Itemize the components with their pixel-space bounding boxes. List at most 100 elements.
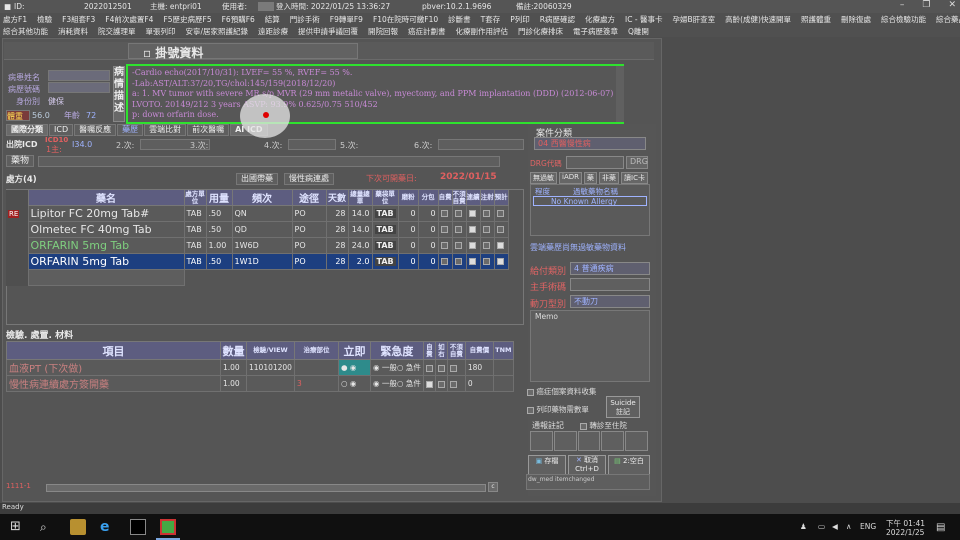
drug-name[interactable]: Olmetec FC 40mg Tab <box>27 221 185 238</box>
tab-no-allergy[interactable]: 無過敏 <box>530 172 557 184</box>
drug-grind[interactable]: 0 <box>397 237 419 254</box>
tab-intl-class[interactable]: 國際分類 <box>6 124 48 136</box>
browser-icon[interactable]: e <box>100 519 116 535</box>
menu2-item[interactable]: 癌症計劃書 <box>408 26 446 37</box>
menu1-item[interactable]: 檢驗 <box>37 14 52 25</box>
tab-previous-order[interactable]: 前次醫囑 <box>187 124 230 136</box>
menu2-item[interactable]: 化療副作用評估 <box>456 26 509 37</box>
windows-start-icon[interactable]: ⊞ <box>10 519 26 535</box>
drug-unit[interactable]: TAB <box>183 237 207 254</box>
menu2-item[interactable]: 提供申請爭議回覆 <box>298 26 358 37</box>
drug-bag[interactable]: TAB <box>371 237 399 254</box>
drug-bag[interactable]: TAB <box>371 253 399 270</box>
drug-route[interactable]: PO <box>291 221 327 238</box>
menu2-item[interactable]: 安寧/居家照護紀錄 <box>186 26 249 37</box>
clock-date[interactable]: 2022/1/25 <box>886 528 924 537</box>
tab-drug[interactable]: 藥 <box>584 172 597 184</box>
menu1-item[interactable]: IC - 醫事卡 <box>625 14 662 25</box>
menu2-item[interactable]: 綜合其他功能 <box>3 26 48 37</box>
menu1-item[interactable]: R病歷確認 <box>540 14 575 25</box>
app-icon-active[interactable] <box>160 519 176 535</box>
drug-freq[interactable]: 1W1D <box>231 253 293 270</box>
minimize-icon[interactable]: – <box>900 0 905 10</box>
scroll-c-button[interactable]: c <box>488 482 498 492</box>
table-row-empty[interactable] <box>6 269 509 286</box>
proc-site[interactable]: 3 <box>293 375 339 392</box>
planned-checkbox[interactable] <box>493 237 509 254</box>
continuous-checkbox[interactable] <box>465 221 481 238</box>
folder-icon[interactable] <box>70 519 86 535</box>
drug-unit[interactable]: TAB <box>183 205 207 222</box>
tab-cloud-compare[interactable]: 雲端比對 <box>144 124 187 136</box>
self-pay-checkbox[interactable] <box>437 221 453 238</box>
menu2-item[interactable]: 電子病歷簽章 <box>573 26 618 37</box>
menu1-item[interactable]: 綜合藥品功能 <box>936 14 960 25</box>
drug-days[interactable]: 28 <box>325 205 349 222</box>
no-self-pay-checkbox[interactable] <box>451 221 467 238</box>
menu1-item[interactable]: 化療處方 <box>585 14 615 25</box>
drug-pack[interactable]: 0 <box>417 253 439 270</box>
immediate-radio[interactable]: ○ ◉ <box>337 375 371 392</box>
tab-order-reaction[interactable]: 醫囑反應 <box>74 124 117 136</box>
proc-site[interactable] <box>293 359 339 376</box>
notify-grid[interactable] <box>530 431 648 451</box>
fourth-diag-field[interactable] <box>288 139 336 150</box>
drg-field[interactable] <box>566 156 624 169</box>
menu1-item[interactable]: 門診手術 <box>290 14 320 25</box>
menu1-item[interactable]: T套存 <box>481 14 501 25</box>
proc-price[interactable]: 180 <box>464 359 494 376</box>
terminal-icon[interactable] <box>130 519 146 535</box>
menu1-item[interactable]: 孕婦B肝查室 <box>672 14 715 25</box>
transfer-checkbox[interactable]: 轉診至住院 <box>580 420 627 431</box>
proc-code[interactable] <box>246 375 295 392</box>
drug-unit[interactable]: TAB <box>183 253 207 270</box>
menu1-item[interactable]: 結算 <box>265 14 280 25</box>
drg-button[interactable]: DRG <box>626 156 648 169</box>
menu1-item[interactable]: 照護體重 <box>801 14 831 25</box>
drug-name[interactable]: ORFARIN 5mg Tab <box>27 237 185 254</box>
tray-chevron-icon[interactable]: ∧ <box>846 522 852 531</box>
table-row[interactable]: 慢性病連續處方簽開藥 1.00 3 ○ ◉ ◉ 一般○ 急件 0 <box>6 375 514 392</box>
planned-checkbox[interactable] <box>493 253 509 270</box>
drug-total[interactable]: 24.0 <box>347 237 373 254</box>
cancel-button[interactable]: ✕ 取消 Ctrl+D <box>568 455 606 475</box>
save-button[interactable]: ▣ 存檔 <box>528 455 566 475</box>
main-op-field[interactable] <box>570 278 650 291</box>
drug-total[interactable]: 2.0 <box>347 253 373 270</box>
menu1-item[interactable]: 高齡(成健)快速開單 <box>725 14 791 25</box>
menu2-item[interactable]: 遠距診療 <box>258 26 288 37</box>
tab-drug-history[interactable]: 藥歷 <box>117 124 144 136</box>
clear-button[interactable]: ▤ 2:空白 <box>608 455 650 475</box>
op-type-select[interactable]: 不動刀 <box>570 295 650 308</box>
menu1-item[interactable]: F6預購F6 <box>222 14 255 25</box>
drug-total[interactable]: 14.0 <box>347 221 373 238</box>
drug-unit[interactable]: TAB <box>183 221 207 238</box>
planned-checkbox[interactable] <box>493 205 509 222</box>
restore-icon[interactable]: ❐ <box>922 0 930 10</box>
proc-name[interactable]: 慢性病連續處方簽開藥 <box>6 375 221 392</box>
tray-network-icon[interactable]: ▭ <box>818 522 825 531</box>
drug-route[interactable]: PO <box>291 237 327 254</box>
injection-checkbox[interactable] <box>479 237 495 254</box>
close-icon[interactable]: ✕ <box>948 0 956 10</box>
menu2-item[interactable]: 消耗資料 <box>58 26 88 37</box>
drug-route[interactable]: PO <box>291 205 327 222</box>
table-row[interactable]: Olmetec FC 40mg Tab TAB .50 QD PO 28 14.… <box>6 221 509 238</box>
proc-price[interactable]: 0 <box>464 375 494 392</box>
injection-checkbox[interactable] <box>479 221 495 238</box>
no-self-pay-checkbox[interactable] <box>451 237 467 254</box>
proc-qty[interactable]: 1.00 <box>220 359 247 376</box>
menu1-item[interactable]: 處方F1 <box>3 14 27 25</box>
drug-route[interactable]: PO <box>291 253 327 270</box>
proc-name[interactable]: 血液PT (下次做) <box>6 359 221 376</box>
drug-name-empty[interactable] <box>27 269 185 286</box>
no-self-pay-checkbox[interactable] <box>451 205 467 222</box>
notification-icon[interactable]: ▤ <box>936 522 945 533</box>
menu2-item[interactable]: 單張列印 <box>146 26 176 37</box>
menu2-item[interactable]: Q離開 <box>628 26 649 37</box>
tab-non-drug[interactable]: 非藥 <box>599 172 619 184</box>
menu1-item[interactable]: F9轉單F9 <box>330 14 363 25</box>
menu1-item[interactable]: P列印 <box>510 14 530 25</box>
proc-qty[interactable]: 1.00 <box>220 375 247 392</box>
drug-freq[interactable]: 1W6D <box>231 237 293 254</box>
